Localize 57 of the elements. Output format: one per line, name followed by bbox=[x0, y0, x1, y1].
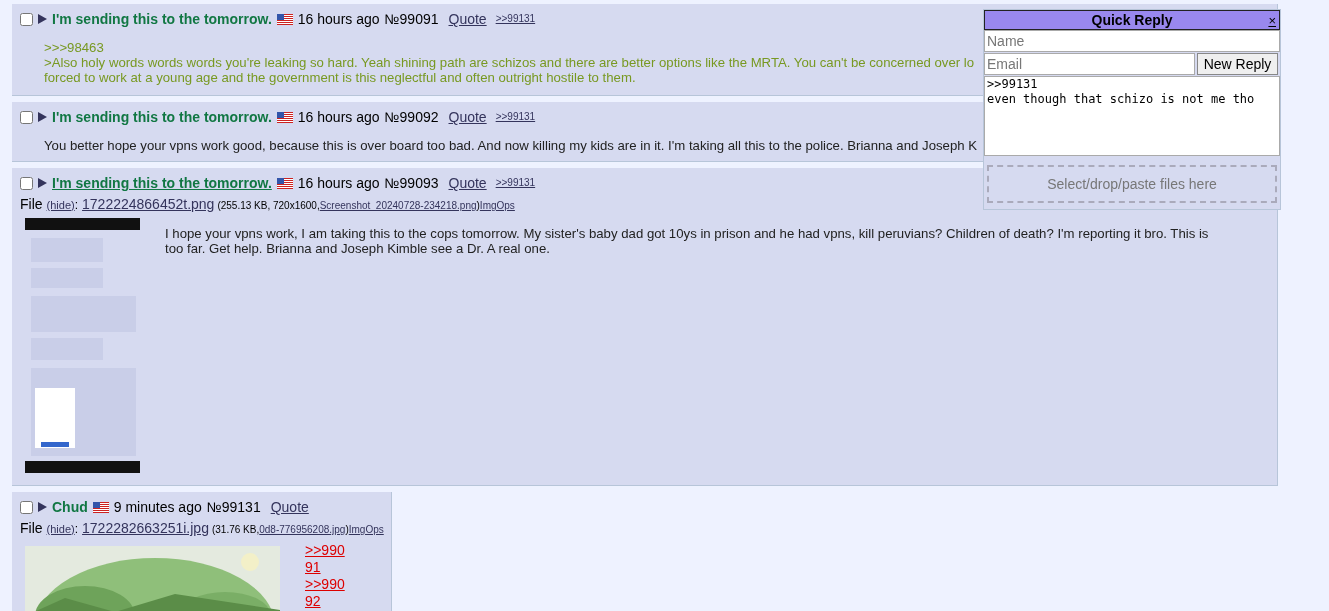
quick-reply-header[interactable]: Quick Reply × bbox=[984, 10, 1280, 30]
post-text-line: too far. Get help. Brianna and Joseph Kimble see a Dr. A real one. bbox=[165, 241, 550, 256]
quote-link[interactable]: Quote bbox=[448, 174, 487, 192]
new-reply-button[interactable]: New Reply bbox=[1197, 53, 1278, 75]
post-checkbox[interactable] bbox=[20, 500, 33, 514]
post-checkbox[interactable] bbox=[20, 110, 33, 124]
post-time: 16 hours ago bbox=[297, 174, 380, 192]
quick-reply-title: Quick Reply bbox=[1091, 10, 1173, 30]
post-number: №99091 bbox=[384, 10, 439, 28]
post-text-line: You better hope your vpns work good, because this is over board too bad. And now killing my kids are in it. I'm taking all this to the police. Brianna and Joseph K bbox=[44, 138, 978, 153]
post-number: №99092 bbox=[384, 108, 439, 126]
greentext-line: >>>98463 bbox=[44, 40, 104, 55]
email-field[interactable]: Email bbox=[984, 53, 1195, 75]
post-time: 16 hours ago bbox=[297, 108, 380, 126]
original-filename-link[interactable]: 0d8-776956208.jpg bbox=[259, 522, 346, 537]
file-meta: (31.76 KB, bbox=[211, 523, 260, 537]
hide-link[interactable]: (hide) bbox=[46, 197, 75, 214]
flag-icon bbox=[92, 501, 109, 513]
paren: ) bbox=[476, 199, 480, 213]
poster-name: Chud bbox=[52, 498, 88, 516]
post-number: №99131 bbox=[206, 498, 261, 516]
file-link[interactable]: 1722282663251i.jpg bbox=[82, 518, 209, 539]
backlink[interactable]: >>99131 bbox=[495, 174, 536, 192]
flag-icon bbox=[276, 13, 293, 25]
quote-link[interactable]: Quote bbox=[448, 108, 487, 126]
quote-link[interactable]: Quote bbox=[270, 498, 309, 516]
imgops-link[interactable]: ImgOps bbox=[348, 522, 384, 537]
message-field[interactable]: >>99131 even though that schizo is not me tho bbox=[984, 76, 1280, 156]
close-button[interactable]: × bbox=[1268, 11, 1276, 31]
poster-name: I'm sending this to the tomorrow. bbox=[52, 10, 272, 28]
greentext-line: >Also holy words words words you're leaking so hard. Yeah shining path are schizos and there are better options like the MRTA. You can't be concerned over lo bbox=[44, 55, 975, 70]
greentext-line: forced to work at a young age and the government is this neglectful and often outright hostile to them. bbox=[44, 70, 636, 85]
original-filename-link[interactable]: Screenshot_20240728-234218.png bbox=[319, 198, 477, 213]
file-link[interactable]: 1722224866452t.png bbox=[82, 194, 215, 215]
colon: : bbox=[74, 521, 79, 538]
backlink[interactable]: >>99131 bbox=[495, 108, 536, 126]
post-checkbox[interactable] bbox=[20, 12, 33, 26]
post-checkbox[interactable] bbox=[20, 176, 33, 190]
poster-name: I'm sending this to the tomorrow. bbox=[52, 108, 272, 126]
reply-link[interactable]: >>99092 bbox=[305, 576, 345, 610]
post-number: №99093 bbox=[384, 174, 439, 192]
quote-link[interactable]: Quote bbox=[448, 10, 487, 28]
colon: : bbox=[74, 197, 79, 214]
poster-name[interactable]: I'm sending this to the tomorrow. bbox=[52, 174, 272, 192]
post-time: 9 minutes ago bbox=[113, 498, 202, 516]
backlink[interactable]: >>99131 bbox=[495, 10, 536, 28]
file-label: File bbox=[20, 519, 43, 538]
flag-icon bbox=[276, 177, 293, 189]
paren: ) bbox=[345, 523, 349, 537]
file-label: File bbox=[20, 195, 43, 214]
flag-icon bbox=[276, 111, 293, 123]
file-meta: (255.13 KB, 720x1600, bbox=[217, 199, 320, 213]
post-time: 16 hours ago bbox=[297, 10, 380, 28]
name-field[interactable]: Name bbox=[984, 30, 1280, 52]
reply-link[interactable]: >>99091 bbox=[305, 542, 345, 576]
post-text-line: I hope your vpns work, I am taking this to the cops tomorrow. My sister's baby dad got 10ys in prison and he had vpns, kill peruvians? Children of death? I'm reporting it bro. This is bbox=[165, 226, 1209, 241]
hide-link[interactable]: (hide) bbox=[46, 521, 75, 538]
